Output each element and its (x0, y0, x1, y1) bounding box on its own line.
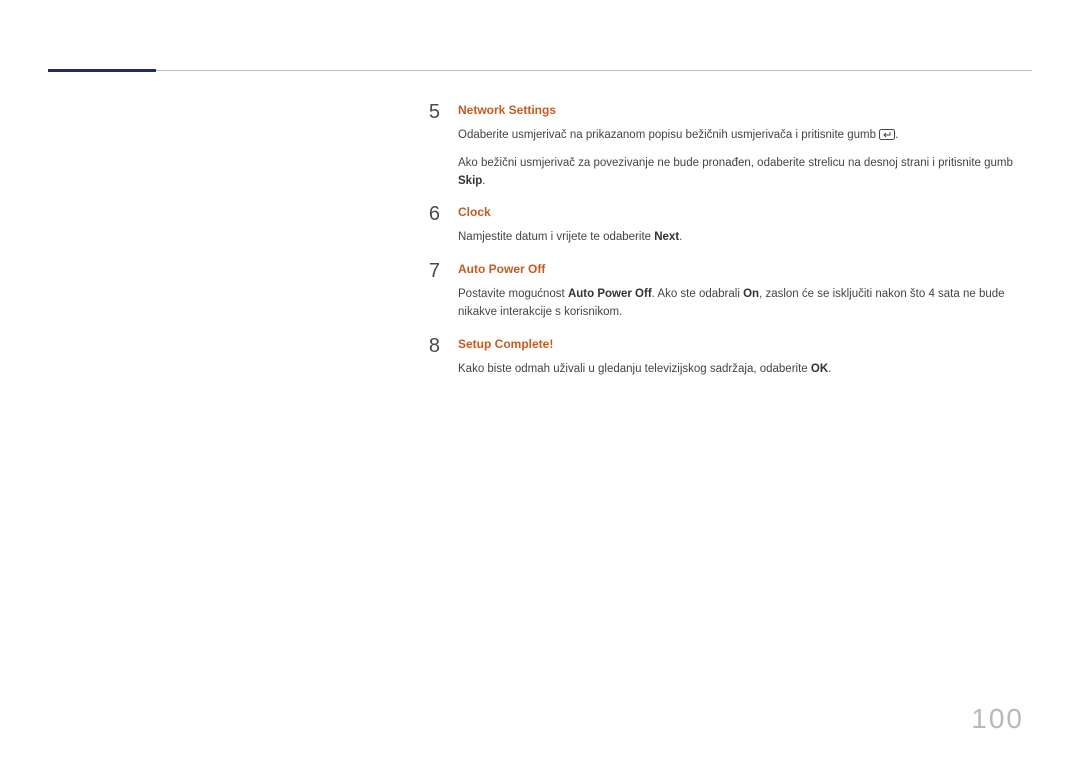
step-5: 5 Network Settings Odaberite usmjerivač … (48, 100, 1032, 198)
page-number: 100 (971, 703, 1024, 735)
text: Odaberite usmjerivač na prikazanom popis… (458, 129, 879, 141)
step-body: Network Settings Odaberite usmjerivač na… (458, 100, 1032, 198)
step-paragraph: Odaberite usmjerivač na prikazanom popis… (458, 127, 1032, 147)
step-paragraph: Namjestite datum i vrijete te odaberite … (458, 229, 1032, 247)
step-paragraph: Ako bežični usmjerivač za povezivanje ne… (458, 155, 1032, 191)
step-number: 6 (48, 202, 458, 226)
text: . Ako ste odabrali (652, 288, 743, 300)
text: Kako biste odmah uživali u gledanju tele… (458, 363, 811, 375)
text: . (482, 175, 485, 187)
step-heading: Network Settings (458, 103, 1032, 117)
text: Postavite mogućnost (458, 288, 568, 300)
text: Namjestite datum i vrijete te odaberite (458, 231, 654, 243)
step-number: 5 (48, 100, 458, 124)
step-7: 7 Auto Power Off Postavite mogućnost Aut… (48, 259, 1032, 330)
content: 5 Network Settings Odaberite usmjerivač … (48, 100, 1032, 391)
bold-text: Next (654, 231, 679, 243)
bold-text: Skip (458, 175, 482, 187)
bold-text: Auto Power Off (568, 288, 652, 300)
step-number: 8 (48, 334, 458, 358)
step-paragraph: Kako biste odmah uživali u gledanju tele… (458, 361, 1032, 379)
text: Ako bežični usmjerivač za povezivanje ne… (458, 157, 1013, 169)
text: . (895, 129, 898, 141)
bold-text: On (743, 288, 759, 300)
step-heading: Clock (458, 205, 1032, 219)
text: . (679, 231, 682, 243)
step-body: Setup Complete! Kako biste odmah uživali… (458, 334, 1032, 387)
step-number: 7 (48, 259, 458, 283)
enter-icon (879, 129, 895, 147)
step-8: 8 Setup Complete! Kako biste odmah uživa… (48, 334, 1032, 387)
step-heading: Auto Power Off (458, 262, 1032, 276)
text: . (828, 363, 831, 375)
header-accent (48, 69, 156, 72)
step-paragraph: Postavite mogućnost Auto Power Off. Ako … (458, 286, 1032, 322)
step-body: Auto Power Off Postavite mogućnost Auto … (458, 259, 1032, 330)
header-rule (48, 70, 1032, 71)
step-heading: Setup Complete! (458, 337, 1032, 351)
step-body: Clock Namjestite datum i vrijete te odab… (458, 202, 1032, 255)
page: 5 Network Settings Odaberite usmjerivač … (0, 0, 1080, 763)
bold-text: OK (811, 363, 828, 375)
step-6: 6 Clock Namjestite datum i vrijete te od… (48, 202, 1032, 255)
